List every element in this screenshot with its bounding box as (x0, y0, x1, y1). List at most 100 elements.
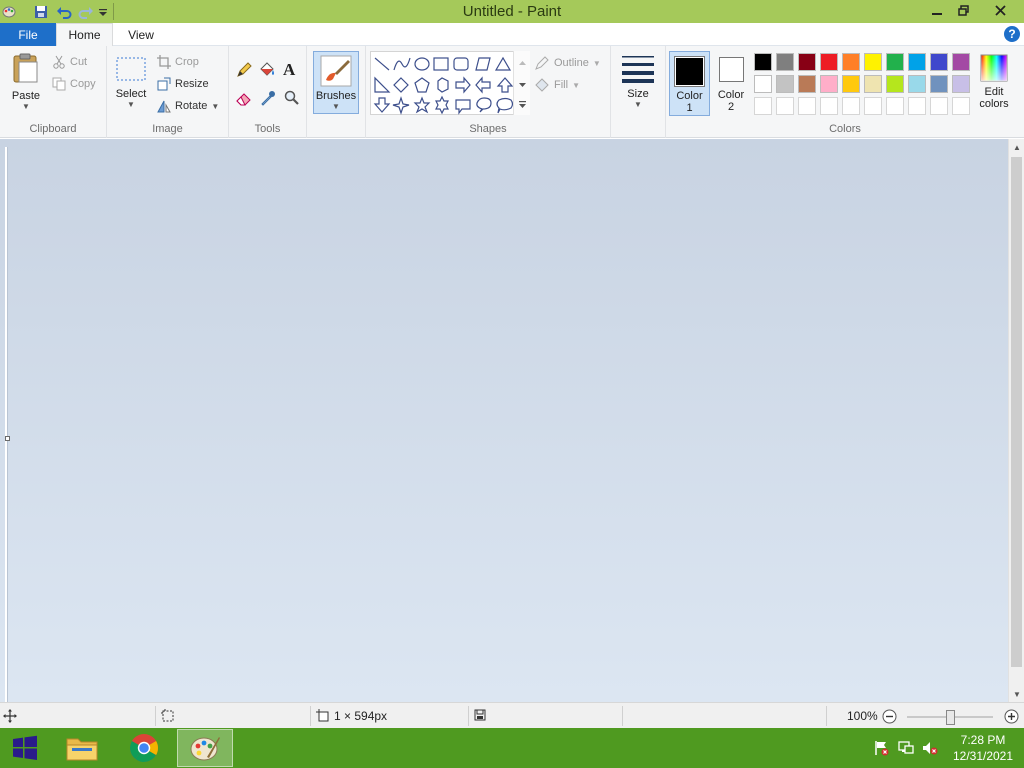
color-swatch[interactable] (798, 97, 816, 115)
color-swatch[interactable] (776, 97, 794, 115)
taskbar-clock[interactable]: 7:28 PM 12/31/2021 (948, 732, 1018, 764)
color-swatch[interactable] (842, 53, 860, 71)
color2-swatch (718, 57, 744, 82)
resize-label: Resize (175, 78, 209, 90)
tab-home[interactable]: Home (56, 23, 113, 46)
paste-button[interactable]: Paste ▼ (6, 52, 46, 111)
eraser-icon[interactable] (235, 89, 253, 110)
color-swatch[interactable] (864, 53, 882, 71)
color-swatch[interactable] (908, 53, 926, 71)
zoom-in-button[interactable] (1004, 709, 1019, 724)
size-button[interactable]: Size ▼ (617, 53, 659, 109)
magnifier-icon[interactable] (283, 89, 301, 110)
rotate-button[interactable]: Rotate ▼ (157, 99, 219, 113)
taskbar-chrome[interactable] (118, 729, 170, 767)
shapes-scroll-icons (519, 61, 526, 108)
cut-button[interactable]: Cut (52, 55, 87, 69)
crop-button[interactable]: Crop (157, 55, 199, 69)
volume-muted-icon[interactable] (922, 740, 938, 759)
status-bar: 1 × 594px 100% (0, 702, 1024, 728)
fill-bucket-icon[interactable] (258, 61, 276, 82)
brushes-button[interactable]: Brushes ▼ (313, 51, 359, 114)
color-swatch[interactable] (842, 75, 860, 93)
taskbar: 7:28 PM 12/31/2021 (0, 728, 1024, 768)
color-swatch[interactable] (908, 97, 926, 115)
colors-group-label: Colors (829, 123, 861, 135)
color-swatch[interactable] (930, 53, 948, 71)
color1-button[interactable]: Color 1 (669, 51, 710, 116)
color-swatch[interactable] (952, 53, 970, 71)
canvas-resize-handle[interactable] (5, 436, 10, 441)
status-separator (826, 706, 827, 726)
color-swatch[interactable] (864, 97, 882, 115)
copy-icon (52, 77, 66, 91)
color-swatch[interactable] (864, 75, 882, 93)
color-swatch[interactable] (820, 53, 838, 71)
zoom-slider[interactable] (907, 709, 993, 725)
color-swatch[interactable] (886, 97, 904, 115)
color-swatch[interactable] (776, 53, 794, 71)
color-swatch[interactable] (952, 97, 970, 115)
size-group: Size ▼ (611, 46, 666, 138)
shapes-gallery[interactable] (370, 51, 530, 115)
color-swatch[interactable] (930, 97, 948, 115)
action-center-flag-icon[interactable] (873, 740, 889, 759)
image-group-label: Image (152, 123, 183, 135)
tab-view[interactable]: View (113, 23, 169, 46)
close-button[interactable] (980, 0, 1020, 21)
vertical-scrollbar[interactable]: ▲ ▼ (1008, 139, 1024, 702)
pencil-icon[interactable] (235, 61, 253, 82)
color-swatch[interactable] (798, 53, 816, 71)
scrollbar-thumb[interactable] (1011, 157, 1022, 667)
drawing-canvas[interactable] (5, 147, 8, 702)
edit-colors-button[interactable]: Edit colors (976, 54, 1012, 110)
canvas-workspace[interactable] (0, 139, 1008, 702)
restore-button[interactable] (946, 0, 980, 21)
fill-dropdown-icon: ▼ (572, 80, 580, 90)
color-swatch[interactable] (908, 75, 926, 93)
rotate-dropdown-icon: ▼ (211, 101, 220, 111)
taskbar-paint[interactable] (177, 729, 233, 767)
text-tool-icon[interactable]: A (283, 60, 295, 80)
window-title: Untitled - Paint (462, 3, 562, 20)
color-swatch[interactable] (952, 75, 970, 93)
color-swatch[interactable] (754, 53, 772, 71)
select-dropdown-icon: ▼ (127, 100, 135, 109)
tab-file[interactable]: File (0, 23, 56, 46)
scroll-up-icon[interactable]: ▲ (1009, 139, 1024, 155)
color-swatch[interactable] (842, 97, 860, 115)
select-button[interactable]: Select ▼ (113, 56, 149, 109)
color-swatch[interactable] (886, 75, 904, 93)
resize-button[interactable]: Resize (157, 77, 209, 91)
color-swatch[interactable] (754, 97, 772, 115)
select-icon (116, 57, 146, 81)
taskbar-file-explorer[interactable] (56, 729, 108, 767)
cut-label: Cut (70, 56, 88, 68)
color-swatch[interactable] (820, 75, 838, 93)
folder-icon (66, 738, 98, 761)
color-swatch[interactable] (798, 75, 816, 93)
network-icon[interactable] (898, 740, 914, 759)
scroll-down-icon[interactable]: ▼ (1009, 686, 1024, 702)
outline-button[interactable]: Outline ▼ (534, 55, 601, 71)
crop-icon (157, 55, 171, 69)
zoom-slider-thumb[interactable] (946, 710, 955, 725)
colors-group: Color 1 Color 2 Edit colors Colors (666, 46, 1024, 138)
color-picker-icon[interactable] (259, 89, 277, 110)
color-swatch[interactable] (886, 53, 904, 71)
shapes-gallery-icons (373, 56, 514, 115)
fill-button[interactable]: Fill ▼ (534, 77, 580, 93)
paint-palette-icon (190, 737, 220, 761)
color-swatch[interactable] (930, 75, 948, 93)
help-icon[interactable]: ? (1004, 26, 1020, 42)
cursor-position-icon (3, 709, 17, 723)
color-swatch[interactable] (754, 75, 772, 93)
color-swatch[interactable] (820, 97, 838, 115)
shapes-gallery-scroll[interactable] (513, 51, 530, 115)
start-button[interactable] (0, 729, 50, 767)
zoom-out-button[interactable] (882, 709, 897, 724)
color2-button[interactable]: Color 2 (712, 51, 750, 116)
shapes-group: Outline ▼ Fill ▼ Shapes (366, 46, 611, 138)
copy-button[interactable]: Copy (52, 77, 96, 91)
color-swatch[interactable] (776, 75, 794, 93)
